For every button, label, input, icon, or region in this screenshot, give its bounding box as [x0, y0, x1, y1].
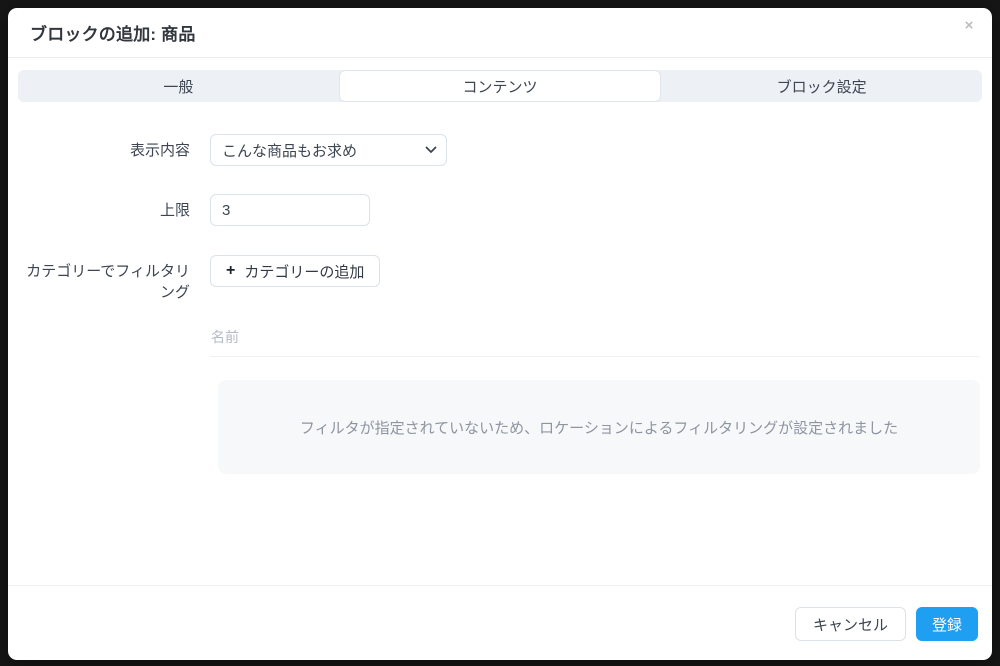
category-table-name-header: 名前 [210, 327, 980, 357]
category-filter-label: カテゴリーでフィルタリング [26, 263, 190, 301]
dialog-header: ブロックの追加: 商品 × [8, 8, 992, 58]
tab-bar: 一般 コンテンツ ブロック設定 [18, 70, 982, 102]
tab-block-settings[interactable]: ブロック設定 [661, 70, 982, 102]
tab-general[interactable]: 一般 [18, 70, 339, 102]
dialog-title: ブロックの追加: 商品 [30, 25, 196, 44]
category-filter-row: カテゴリーでフィルタリング + カテゴリーの追加 [20, 255, 980, 303]
display-content-selected-value: こんな商品もお求め [222, 142, 358, 160]
add-category-button-label: カテゴリーの追加 [244, 263, 365, 281]
limit-input[interactable] [210, 194, 370, 226]
empty-filter-notice-text: フィルタが指定されていないため、ロケーションによるフィルタリングが設定されました [299, 419, 899, 437]
dialog-body: 表示内容 こんな商品もお求め 上限 カテゴリーでフィルタリング + カテゴリーの… [8, 134, 992, 474]
category-table: 名前 [210, 327, 980, 357]
add-block-dialog: ブロックの追加: 商品 × 一般 コンテンツ ブロック設定 表示内容 こんな商品… [8, 8, 992, 660]
add-category-button[interactable]: + カテゴリーの追加 [210, 255, 381, 287]
empty-filter-notice: フィルタが指定されていないため、ロケーションによるフィルタリングが設定されました [218, 380, 980, 474]
limit-label: 上限 [159, 202, 190, 219]
submit-button[interactable]: 登録 [915, 607, 978, 641]
tab-content[interactable]: コンテンツ [338, 70, 662, 102]
plus-icon: + [226, 262, 236, 279]
limit-row: 上限 [20, 194, 980, 226]
dialog-footer: キャンセル 登録 [8, 585, 992, 660]
display-content-select[interactable]: こんな商品もお求め [210, 134, 447, 166]
close-icon[interactable]: × [958, 14, 980, 36]
cancel-button[interactable]: キャンセル [794, 607, 906, 641]
chevron-down-icon [425, 146, 437, 154]
display-content-label: 表示内容 [129, 142, 190, 159]
display-content-row: 表示内容 こんな商品もお求め [20, 134, 980, 166]
